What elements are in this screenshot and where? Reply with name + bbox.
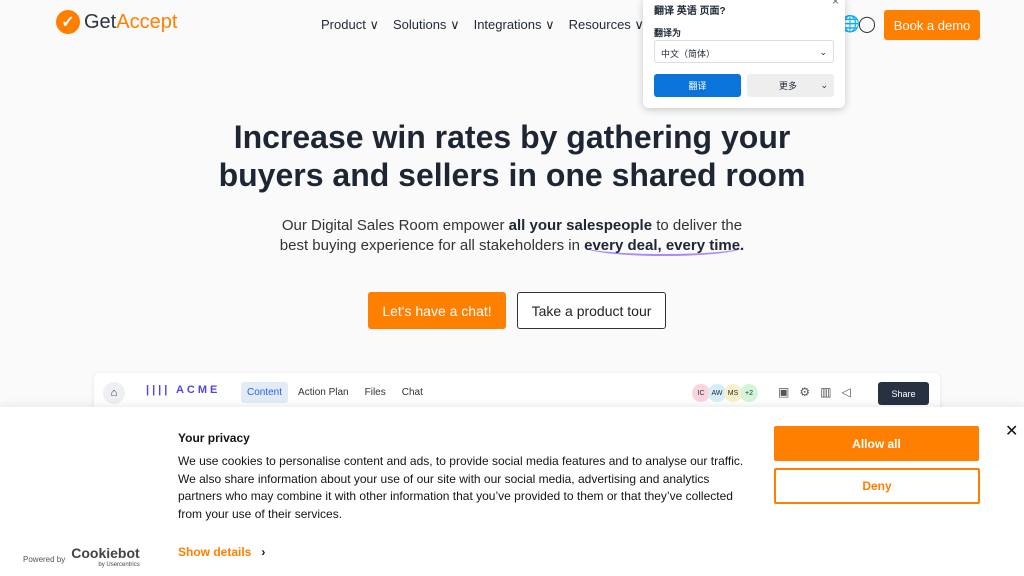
sub-bold: all your salespeople bbox=[508, 217, 653, 234]
chevron-down-icon: ∨ bbox=[450, 17, 460, 32]
chevron-down-icon: ∨ bbox=[545, 17, 555, 32]
show-details-link[interactable]: Show details › bbox=[178, 545, 265, 559]
close-icon[interactable]: ✕ bbox=[1005, 421, 1018, 441]
translate-popup: 翻译 英语 页面? × 翻译为 中文（简体） ⌄ 翻译 更多 ⌄ bbox=[643, 0, 845, 108]
hero-title-line: buyers and sellers in one shared room bbox=[218, 157, 806, 193]
chevron-down-icon: ⌄ bbox=[820, 80, 828, 90]
share-button[interactable]: Share bbox=[878, 382, 929, 405]
nav-label: Resources bbox=[568, 17, 631, 32]
translate-button[interactable]: 翻译 bbox=[654, 74, 741, 97]
cookie-banner: Your privacy We use cookies to personali… bbox=[0, 407, 1024, 576]
tab-content[interactable]: Content bbox=[241, 382, 289, 403]
book-demo-button[interactable]: Book a demo bbox=[884, 10, 980, 40]
megaphone-icon[interactable]: ◁ bbox=[841, 385, 850, 399]
nav-product[interactable]: Product ∨ bbox=[321, 17, 379, 33]
tab-files[interactable]: Files bbox=[359, 382, 392, 403]
cookie-title: Your privacy bbox=[178, 431, 250, 445]
nav-label: Integrations bbox=[473, 17, 542, 32]
powered-label: Powered by bbox=[23, 554, 66, 564]
calendar-icon[interactable]: ▣ bbox=[778, 385, 789, 399]
allow-all-button[interactable]: Allow all bbox=[774, 426, 979, 461]
sub-text: best buying experience for all stakehold… bbox=[279, 237, 585, 254]
hero-title: Increase win rates by gathering your buye… bbox=[0, 118, 1024, 194]
sub-bold-underlined: every deal, every time. bbox=[584, 237, 745, 256]
user-icon[interactable]: ◯ bbox=[858, 14, 876, 34]
top-nav: ✓ GetAccept Product ∨ Solutions ∨ Integr… bbox=[0, 0, 1024, 50]
logo[interactable]: ✓ GetAccept bbox=[56, 10, 177, 34]
sub-text: Our Digital Sales Room empower bbox=[281, 217, 509, 234]
hero-title-line: Increase win rates by gathering your bbox=[233, 119, 791, 155]
chevron-down-icon: ∨ bbox=[369, 17, 379, 32]
nav-solutions[interactable]: Solutions ∨ bbox=[393, 17, 460, 33]
details-label: Show details bbox=[178, 545, 252, 559]
cookie-text: We use cookies to personalise content an… bbox=[178, 454, 744, 521]
translate-title: 翻译 英语 页面? bbox=[654, 6, 726, 17]
home-icon[interactable]: ⌂ bbox=[103, 382, 125, 404]
acme-text: ACME bbox=[175, 384, 221, 396]
logo-check-icon: ✓ bbox=[56, 10, 80, 34]
hero-subtitle: Our Digital Sales Room empower all your … bbox=[0, 216, 1024, 256]
product-tour-button[interactable]: Take a product tour bbox=[517, 292, 666, 329]
translate-to-label: 翻译为 bbox=[654, 28, 682, 38]
nav-label: Solutions bbox=[392, 17, 447, 32]
language-value: 中文（简体） bbox=[661, 49, 716, 59]
chart-icon[interactable]: ▥ bbox=[820, 385, 831, 399]
nav-label: Product bbox=[321, 17, 366, 32]
soundwave-icon: |||| bbox=[146, 384, 176, 396]
tab-chat[interactable]: Chat bbox=[396, 382, 429, 403]
logo-text-get: Get bbox=[84, 10, 117, 33]
close-icon[interactable]: × bbox=[832, 0, 839, 8]
sub-text: to deliver the bbox=[652, 217, 743, 234]
nav-resources[interactable]: Resources ∨ bbox=[569, 17, 644, 33]
nav-integrations[interactable]: Integrations ∨ bbox=[474, 17, 555, 33]
chevron-right-icon: › bbox=[261, 545, 266, 559]
more-label: 更多 bbox=[779, 81, 798, 91]
more-button[interactable]: 更多 ⌄ bbox=[747, 74, 834, 97]
powered-by[interactable]: Powered by Cookiebot by Usercentrics bbox=[23, 546, 140, 571]
cookiebot-logo: Cookiebot by Usercentrics bbox=[71, 546, 139, 571]
avatar[interactable]: +2 bbox=[740, 384, 758, 402]
avatars: IC AW MS +2 bbox=[692, 384, 758, 402]
logo-text-accept: Accept bbox=[116, 10, 178, 33]
chevron-down-icon: ⌄ bbox=[819, 47, 827, 57]
acme-logo: |||| ACME bbox=[146, 384, 220, 396]
deny-button[interactable]: Deny bbox=[774, 468, 980, 504]
language-select[interactable]: 中文（简体） ⌄ bbox=[654, 40, 834, 63]
tab-action-plan[interactable]: Action Plan bbox=[292, 382, 355, 403]
chat-button[interactable]: Let's have a chat! bbox=[368, 292, 506, 329]
gear-icon[interactable]: ⚙ bbox=[799, 385, 810, 399]
